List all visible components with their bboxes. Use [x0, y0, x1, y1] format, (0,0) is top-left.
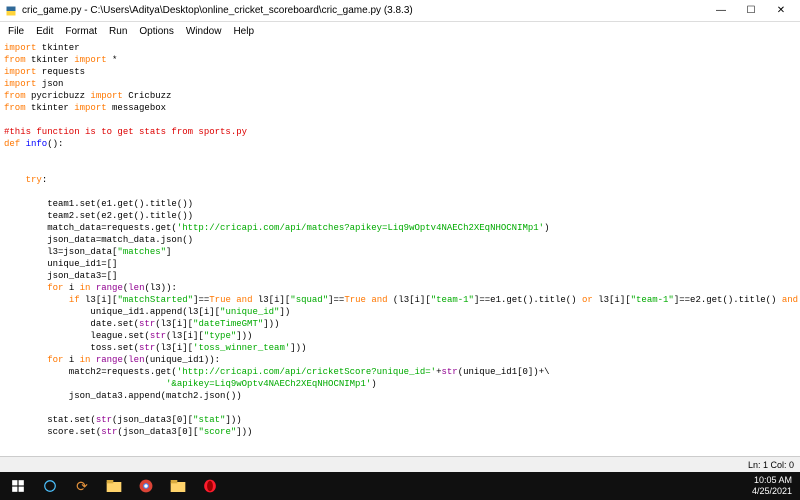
code-editor[interactable]: import tkinter from tkinter import * imp… [0, 40, 800, 456]
titlebar: cric_game.py - C:\Users\Aditya\Desktop\o… [0, 0, 800, 22]
close-button[interactable]: ✕ [766, 1, 796, 21]
cursor-position: Ln: 1 Col: 0 [748, 460, 794, 470]
menu-edit[interactable]: Edit [30, 25, 59, 38]
window-controls: — ☐ ✕ [706, 1, 796, 21]
minimize-button[interactable]: — [706, 1, 736, 21]
menu-file[interactable]: File [2, 25, 30, 38]
task-view-icon[interactable]: ⟳ [66, 472, 98, 500]
menu-run[interactable]: Run [103, 25, 133, 38]
system-clock[interactable]: 10:05 AM 4/25/2021 [746, 475, 798, 497]
menu-window[interactable]: Window [180, 25, 228, 38]
menu-options[interactable]: Options [133, 25, 179, 38]
opera-icon[interactable] [194, 472, 226, 500]
python-idle-icon [4, 4, 18, 18]
folder-icon[interactable] [162, 472, 194, 500]
window-title: cric_game.py - C:\Users\Aditya\Desktop\o… [22, 5, 706, 16]
menu-format[interactable]: Format [59, 25, 103, 38]
taskbar: ⟳ 10:05 AM 4/25/2021 [0, 472, 800, 500]
chrome-icon[interactable] [130, 472, 162, 500]
statusbar: Ln: 1 Col: 0 [0, 456, 800, 472]
file-explorer-icon[interactable] [98, 472, 130, 500]
cortana-icon[interactable] [34, 472, 66, 500]
menubar: File Edit Format Run Options Window Help [0, 22, 800, 40]
maximize-button[interactable]: ☐ [736, 1, 766, 21]
start-button[interactable] [2, 472, 34, 500]
menu-help[interactable]: Help [227, 25, 260, 38]
